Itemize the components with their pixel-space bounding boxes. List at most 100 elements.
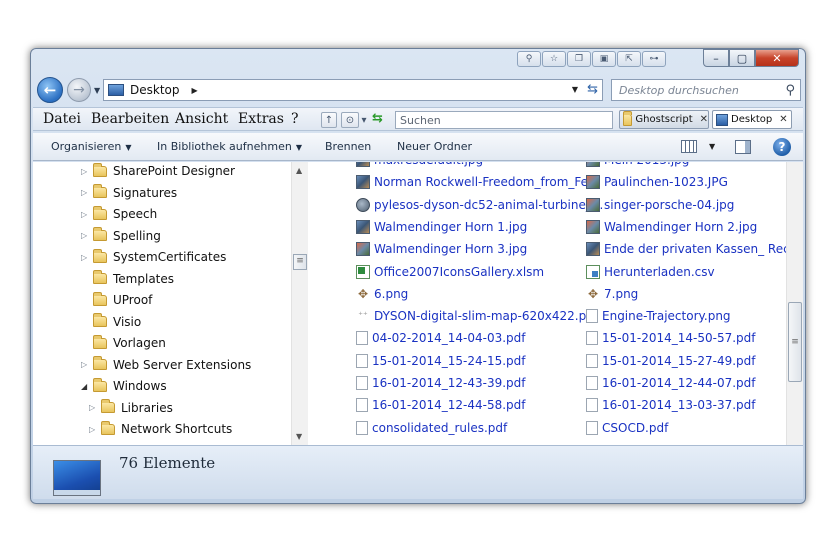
menu-bearbeiten[interactable]: Bearbeiten [91,111,169,127]
help-icon[interactable]: ? [773,138,791,156]
file-list[interactable]: maxresdefault.jpg Norman Rockwell-Freedom… [310,162,786,445]
file-item[interactable]: Engine-Trajectory.png [586,306,786,326]
file-item[interactable]: singer-porsche-04.jpg [586,195,786,215]
scroll-down-icon[interactable]: ▼ [296,432,302,441]
file-item[interactable]: Office2007IconsGallery.xlsm [356,262,584,282]
tab-close-icon[interactable]: ✕ [779,114,787,125]
menu-extras[interactable]: Extras [238,111,284,127]
file-item[interactable]: Herunterladen.csv [586,262,786,282]
collapsed-triangle-icon[interactable]: ▷ [81,188,91,197]
file-item[interactable]: 04-02-2014_14-04-03.pdf [356,328,584,348]
scroll-thumb[interactable]: ≡ [788,302,802,382]
navigation-scrollbar[interactable]: ▲ ≡ ▼ [291,162,308,445]
organize-button[interactable]: Organisieren ▼ [51,140,131,153]
file-item[interactable]: 16-01-2014_12-44-58.pdf [356,395,584,415]
pin-icon[interactable]: ⚲ [517,51,541,67]
address-dropdown-icon[interactable]: ▼ [572,85,578,94]
address-bar[interactable]: Desktop ▶ ▼ ⇆ [103,79,603,101]
file-item[interactable]: Norman Rockwell-Freedom_from_Fe... [356,172,600,192]
tab-desktop[interactable]: Desktop ✕ [712,110,792,129]
nav-tree-item[interactable]: Visio [81,312,141,332]
tab-ghostscript[interactable]: Ghostscript ✕ [619,110,709,129]
nav-tree-item[interactable]: ▷ Speech [81,204,157,224]
nav-tree-item[interactable]: ▷ Network Shortcuts [89,419,232,439]
desktop-search-input[interactable]: Desktop durchsuchen ⚲ [611,79,801,101]
refresh-icon[interactable]: ⇆ [587,82,598,97]
navigation-pane[interactable]: ▷ SharePoint Designer ▷ Signatures ▷ Speech ▷ S… [33,162,309,445]
collapsed-triangle-icon[interactable]: ▷ [81,360,91,369]
include-in-library-button[interactable]: In Bibliothek aufnehmen ▼ [157,140,302,153]
collapsed-triangle-icon[interactable]: ▷ [81,210,91,219]
nav-tree-label: Network Shortcuts [121,422,233,436]
file-item[interactable]: 15-01-2014_14-50-57.pdf [586,328,786,348]
nav-tree-item[interactable]: Vorlagen [81,333,166,353]
burn-button[interactable]: Brennen [325,140,371,153]
nav-tree-item[interactable]: ▷ Libraries [89,398,173,418]
nav-tree-item[interactable]: ▷ Web Server Extensions [81,355,251,375]
star-icon[interactable]: ☆ [542,51,566,67]
address-location[interactable]: Desktop [130,83,180,97]
collapsed-triangle-icon[interactable]: ▷ [81,231,91,240]
sync-icon[interactable]: ⇆ [372,111,383,126]
nav-tree-item[interactable]: ◢ Windows [81,376,167,396]
file-item[interactable]: pylesos-dyson-dc52-animal-turbine_... [356,195,603,215]
maximize-button[interactable]: ▢ [729,49,755,67]
nav-tree-label: Speech [113,207,158,221]
view-dropdown-icon[interactable]: ▼ [709,142,715,151]
file-name: 16-01-2014_12-44-58.pdf [372,398,526,413]
history-dropdown-icon[interactable]: ▼ [94,86,100,95]
new-folder-button[interactable]: Neuer Ordner [397,140,472,153]
nav-tree-item[interactable]: UProof [81,290,152,310]
file-item[interactable]: ✥ 6.png [356,284,584,304]
breadcrumb-chevron-icon[interactable]: ▶ [192,86,198,95]
view-options-dropdown-icon[interactable]: ▾ [360,112,368,128]
window-icon[interactable]: ▣ [592,51,616,67]
expanded-triangle-icon[interactable]: ◢ [81,382,91,391]
nav-tree-item[interactable]: ▷ Signatures [81,183,177,203]
file-item[interactable]: Ende der privaten Kassen_ Rechnen ... [586,239,786,259]
back-button[interactable]: ← [37,77,63,103]
minimize-button[interactable]: – [703,49,729,67]
file-item[interactable]: 15-01-2014_15-24-15.pdf [356,351,584,371]
file-item[interactable]: 16-01-2014_12-44-07.pdf [586,373,786,393]
tab-close-icon[interactable]: ✕ [700,114,708,125]
menu-datei[interactable]: Datei [43,111,81,127]
collapsed-triangle-icon[interactable]: ▷ [81,253,91,262]
up-folder-icon[interactable]: ↑ [321,112,337,128]
nav-tree-item[interactable]: Templates [81,269,174,289]
copy-icon[interactable]: ❐ [567,51,591,67]
share-icon[interactable]: ⇱ [617,51,641,67]
file-item[interactable]: Walmendinger Horn 3.jpg [356,239,584,259]
nav-tree-item[interactable]: ▷ SystemCertificates [81,247,226,267]
link-icon[interactable]: ⊶ [642,51,666,67]
file-item[interactable]: Walmendinger Horn 2.jpg [586,217,786,237]
file-item[interactable]: Paulinchen-1023.JPG [586,172,786,192]
file-item[interactable]: maxresdefault.jpg [356,162,584,170]
scroll-up-icon[interactable]: ▲ [296,166,302,175]
file-item[interactable]: consolidated_rules.pdf [356,418,584,438]
file-item[interactable]: Walmendinger Horn 1.jpg [356,217,584,237]
nav-tree-item[interactable]: ▷ Spelling [81,226,161,246]
scroll-thumb[interactable]: ≡ [293,254,307,270]
collapsed-triangle-icon[interactable]: ▷ [89,403,99,412]
file-item[interactable]: 15-01-2014_15-27-49.pdf [586,351,786,371]
file-item[interactable]: Mein 2013.jpg [586,162,786,170]
search-input[interactable]: Suchen [395,111,613,129]
menu-ansicht[interactable]: Ansicht [175,111,228,127]
nav-tree-item[interactable]: ▷ SharePoint Designer [81,162,235,181]
menu-help[interactable]: ? [291,111,299,127]
preview-pane-icon[interactable] [735,140,751,154]
change-view-icon[interactable] [681,140,697,153]
file-item[interactable]: 16-01-2014_12-43-39.pdf [356,373,584,393]
file-item[interactable]: CSOCD.pdf [586,418,786,438]
close-button[interactable]: ✕ [755,49,799,67]
file-list-scrollbar[interactable]: ≡ [786,162,803,445]
file-item[interactable]: ✥ 7.png [586,284,786,304]
file-item[interactable]: 16-01-2014_13-03-37.pdf [586,395,786,415]
collapsed-triangle-icon[interactable]: ▷ [89,425,99,434]
forward-button[interactable]: → [67,78,91,102]
view-options-icon[interactable]: ⊙ [341,112,359,128]
collapsed-triangle-icon[interactable]: ▷ [81,167,91,176]
file-item[interactable]: ⁺⁺ DYSON-digital-slim-map-620x422.p... [356,306,597,326]
search-icon[interactable]: ⚲ [785,83,795,98]
